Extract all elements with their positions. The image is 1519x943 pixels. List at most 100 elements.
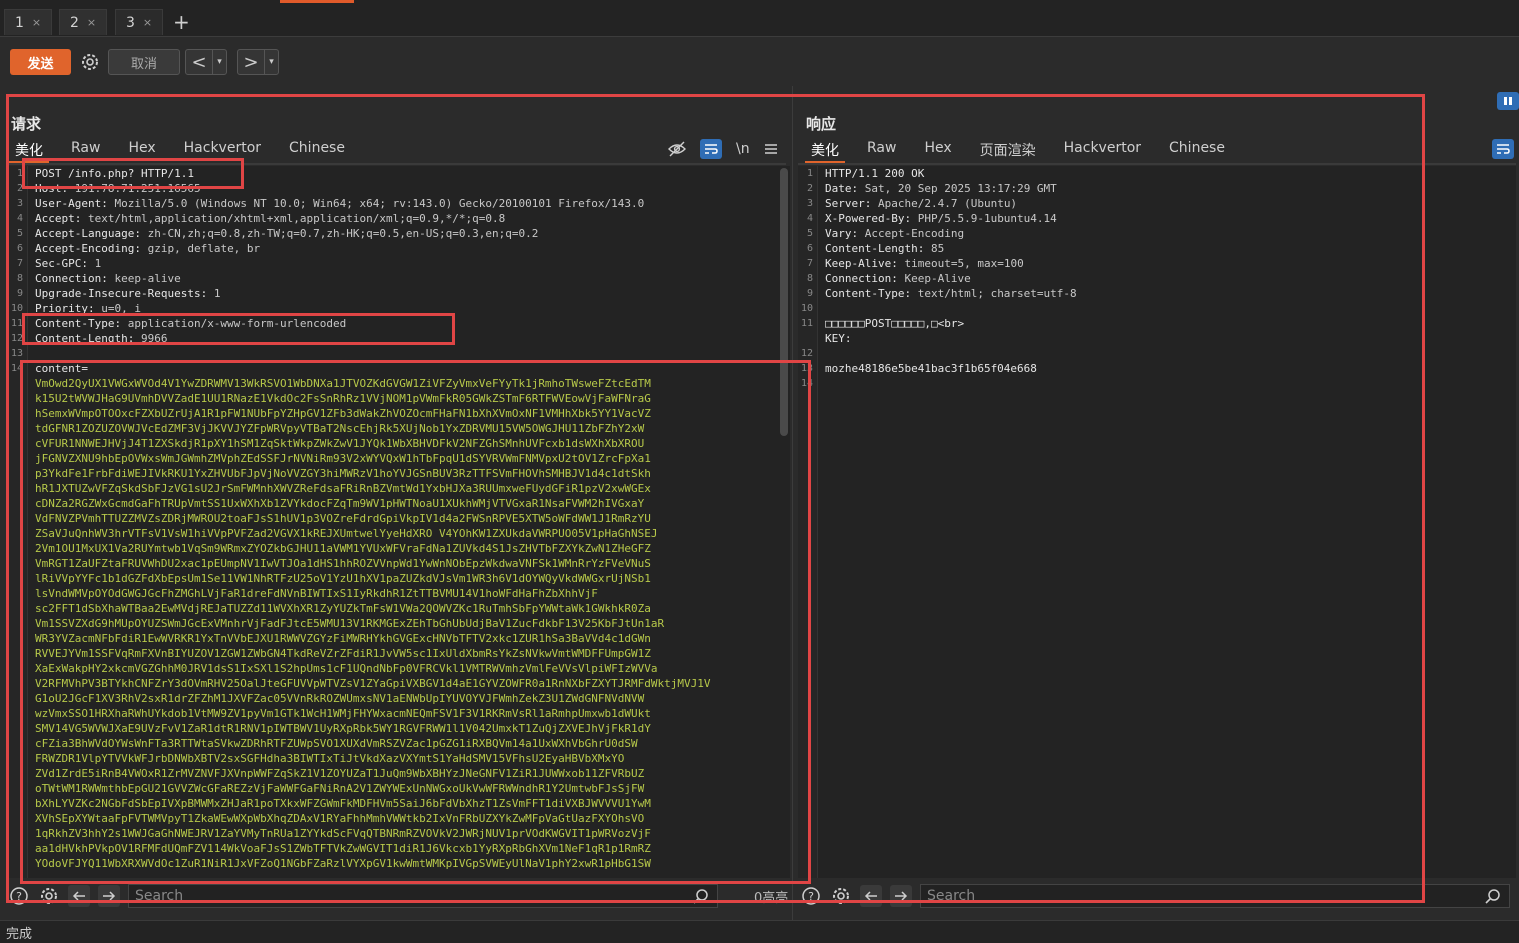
- tab-1[interactable]: 1 ×: [4, 9, 53, 35]
- request-tab-chinese[interactable]: Chinese: [289, 140, 345, 162]
- request-tab-raw[interactable]: Raw: [71, 140, 100, 162]
- pause-icon[interactable]: [1497, 92, 1519, 110]
- forward-button[interactable]: >: [238, 50, 264, 74]
- new-tab-button[interactable]: +: [173, 10, 190, 34]
- body-line: sc2FFT1dSbXhaWTBaa2EwMVdjREJaTUZZd11WVXh…: [35, 602, 651, 615]
- request-line-numbers: 1 2 3 4 5 6 7 8 9 10 11 12 13 14: [8, 166, 28, 878]
- code-line: Connection: keep-alive: [35, 272, 181, 285]
- request-tab-hex[interactable]: Hex: [128, 140, 155, 162]
- line-number: 14: [800, 378, 813, 389]
- response-search-bar: ? Search: [800, 882, 1510, 910]
- line-number: [8, 736, 27, 751]
- body-line: VdFNVZPVmhTTUZZMVZsZDRjMWROU2toaFJsS1hUV…: [35, 512, 651, 525]
- line-number: 9: [806, 288, 813, 299]
- body-line: RVVEJYVm1SSFVqRmFXVnBIYUZOV1ZGW1ZWbGN4Tk…: [35, 647, 651, 660]
- code-line: Accept-Encoding: gzip, deflate, br: [35, 242, 261, 255]
- toolbar: 发送 取消 < ▾ > ▾: [0, 38, 1519, 86]
- cancel-button[interactable]: 取消: [108, 49, 180, 75]
- code-line: Accept: text/html,application/xhtml+xml,…: [35, 212, 506, 225]
- line-number: [8, 586, 27, 601]
- response-tab-render[interactable]: 页面渲染: [980, 140, 1036, 162]
- line-number: [8, 481, 27, 496]
- help-icon[interactable]: ?: [800, 885, 822, 907]
- line-number: 10: [800, 303, 813, 314]
- code-line: □□□□□□POST□□□□□,□<br>: [825, 317, 965, 330]
- code-line: Server: Apache/2.4.7 (Ubuntu): [825, 197, 1018, 210]
- line-number: [8, 796, 27, 811]
- code-line: User-Agent: Mozilla/5.0 (Windows NT 10.0…: [35, 197, 645, 210]
- eye-off-icon[interactable]: [668, 141, 686, 157]
- word-wrap-icon[interactable]: [700, 139, 722, 159]
- response-tab-hackvertor[interactable]: Hackvertor: [1064, 140, 1141, 162]
- word-wrap-icon[interactable]: [1492, 139, 1514, 159]
- line-number: [8, 451, 27, 466]
- request-editor[interactable]: 1 2 3 4 5 6 7 8 9 10 11 12 13 14 POST /info.php? HTTP…: [8, 166, 790, 878]
- menu-icon[interactable]: [764, 143, 778, 155]
- response-tab-hex[interactable]: Hex: [924, 140, 951, 162]
- line-number: 11: [800, 318, 813, 329]
- line-number: [8, 616, 27, 631]
- back-nav: < ▾: [185, 49, 227, 75]
- tab-label: 3: [126, 14, 135, 31]
- next-match-icon[interactable]: [98, 885, 120, 907]
- code-line: Keep-Alive: timeout=5, max=100: [825, 257, 1024, 270]
- prev-match-icon[interactable]: [860, 885, 882, 907]
- request-code[interactable]: POST /info.php? HTTP/1.1 Host: 191.78.71.…: [35, 166, 778, 871]
- response-tab-pretty[interactable]: 美化: [805, 140, 845, 164]
- settings-icon[interactable]: [830, 885, 852, 907]
- line-number: [8, 436, 27, 451]
- body-line: wzVmxSSO1HRXhaRWhUYkdob1VtMW9ZV1pyVm1GTk…: [35, 707, 651, 720]
- highlight-count: 0高亮: [754, 890, 789, 906]
- code-line: Sec-GPC: 1: [35, 257, 102, 270]
- response-search-input[interactable]: Search: [920, 884, 1510, 908]
- back-dropdown-icon[interactable]: ▾: [212, 50, 226, 74]
- send-button[interactable]: 发送: [10, 49, 71, 75]
- settings-icon[interactable]: [38, 885, 60, 907]
- request-search-input[interactable]: Search: [128, 884, 718, 908]
- newline-toggle[interactable]: \n: [736, 141, 750, 157]
- line-number: 10: [10, 303, 23, 314]
- response-tab-chinese[interactable]: Chinese: [1169, 140, 1225, 162]
- close-icon[interactable]: ×: [87, 16, 96, 29]
- body-line: XVhSEpXYWtaaFpFVTWMVpyT1ZkaWEwWXpWbXhqZD…: [35, 812, 645, 825]
- line-number: [798, 331, 817, 346]
- response-panel: 响应 美化 Raw Hex 页面渲染 Hackvertor Chinese 12…: [794, 86, 1519, 920]
- body-line: tdGFNR1ZOZUZOVWJVcEdZMF3VjJKVVJYZFpWRVpy…: [35, 422, 645, 435]
- close-icon[interactable]: ×: [143, 16, 152, 29]
- code-line: Accept-Language: zh-CN,zh;q=0.8,zh-TW;q=…: [35, 227, 539, 240]
- body-line: aa1dHVkhPVkpOV1RFMFdUQmFZV114WkVoaFJsS1Z…: [35, 842, 651, 855]
- request-tab-hackvertor[interactable]: Hackvertor: [184, 140, 261, 162]
- body-line: oTWtWM1RWWmthbEpGU21GVVZWcGFaREZzVjFaWWF…: [35, 782, 645, 795]
- line-number: [8, 646, 27, 661]
- svg-text:?: ?: [808, 890, 814, 903]
- request-tab-pretty[interactable]: 美化: [9, 140, 49, 164]
- request-scrollbar[interactable]: [780, 168, 788, 436]
- forward-dropdown-icon[interactable]: ▾: [264, 50, 278, 74]
- gear-icon[interactable]: [78, 49, 102, 75]
- body-line: VmOwd2QyUX1VWGxWVOd4V1YwZDRWMV13WkRSVO1W…: [35, 377, 651, 390]
- body-line: bXhLYVZKc2NGbFdSbEpIVXpBMWMxZHJaR1poTXkx…: [35, 797, 651, 810]
- line-number: [8, 421, 27, 436]
- request-panel: 请求 美化 Raw Hex Hackvertor Chinese \n 1234…: [0, 86, 793, 920]
- forward-nav: > ▾: [237, 49, 279, 75]
- response-tab-raw[interactable]: Raw: [867, 140, 896, 162]
- line-number: 6: [16, 243, 23, 254]
- next-match-icon[interactable]: [890, 885, 912, 907]
- response-editor[interactable]: 1 2 3 4 5 6 7 8 9 10 11 12 13 14 HTTP/1.1 200 OK Date:…: [798, 166, 1516, 878]
- prev-match-icon[interactable]: [68, 885, 90, 907]
- line-number: [8, 466, 27, 481]
- body-line: k15U2tWVWJHaG9UVmhDVVZadE1UU1RNazE1VkdOc…: [35, 392, 651, 405]
- body-line: SMV14VG5WVWJXaE9UVzFvV1ZaR1dtR1RNV1pIWTB…: [35, 722, 651, 735]
- help-icon[interactable]: ?: [8, 885, 30, 907]
- tab-2[interactable]: 2 ×: [59, 9, 108, 35]
- tab-3[interactable]: 3 ×: [115, 9, 164, 35]
- back-button[interactable]: <: [186, 50, 212, 74]
- response-code[interactable]: HTTP/1.1 200 OK Date: Sat, 20 Sep 2025 13…: [825, 166, 1504, 391]
- line-number: 13: [800, 363, 813, 374]
- line-number: 5: [16, 228, 23, 239]
- response-view-tabs: 美化 Raw Hex 页面渲染 Hackvertor Chinese: [805, 140, 1253, 164]
- close-icon[interactable]: ×: [32, 16, 41, 29]
- body-line: ZVd1ZrdE5iRnB4VWOxR1ZrMVZNVFJXVnpWWFZqSk…: [35, 767, 645, 780]
